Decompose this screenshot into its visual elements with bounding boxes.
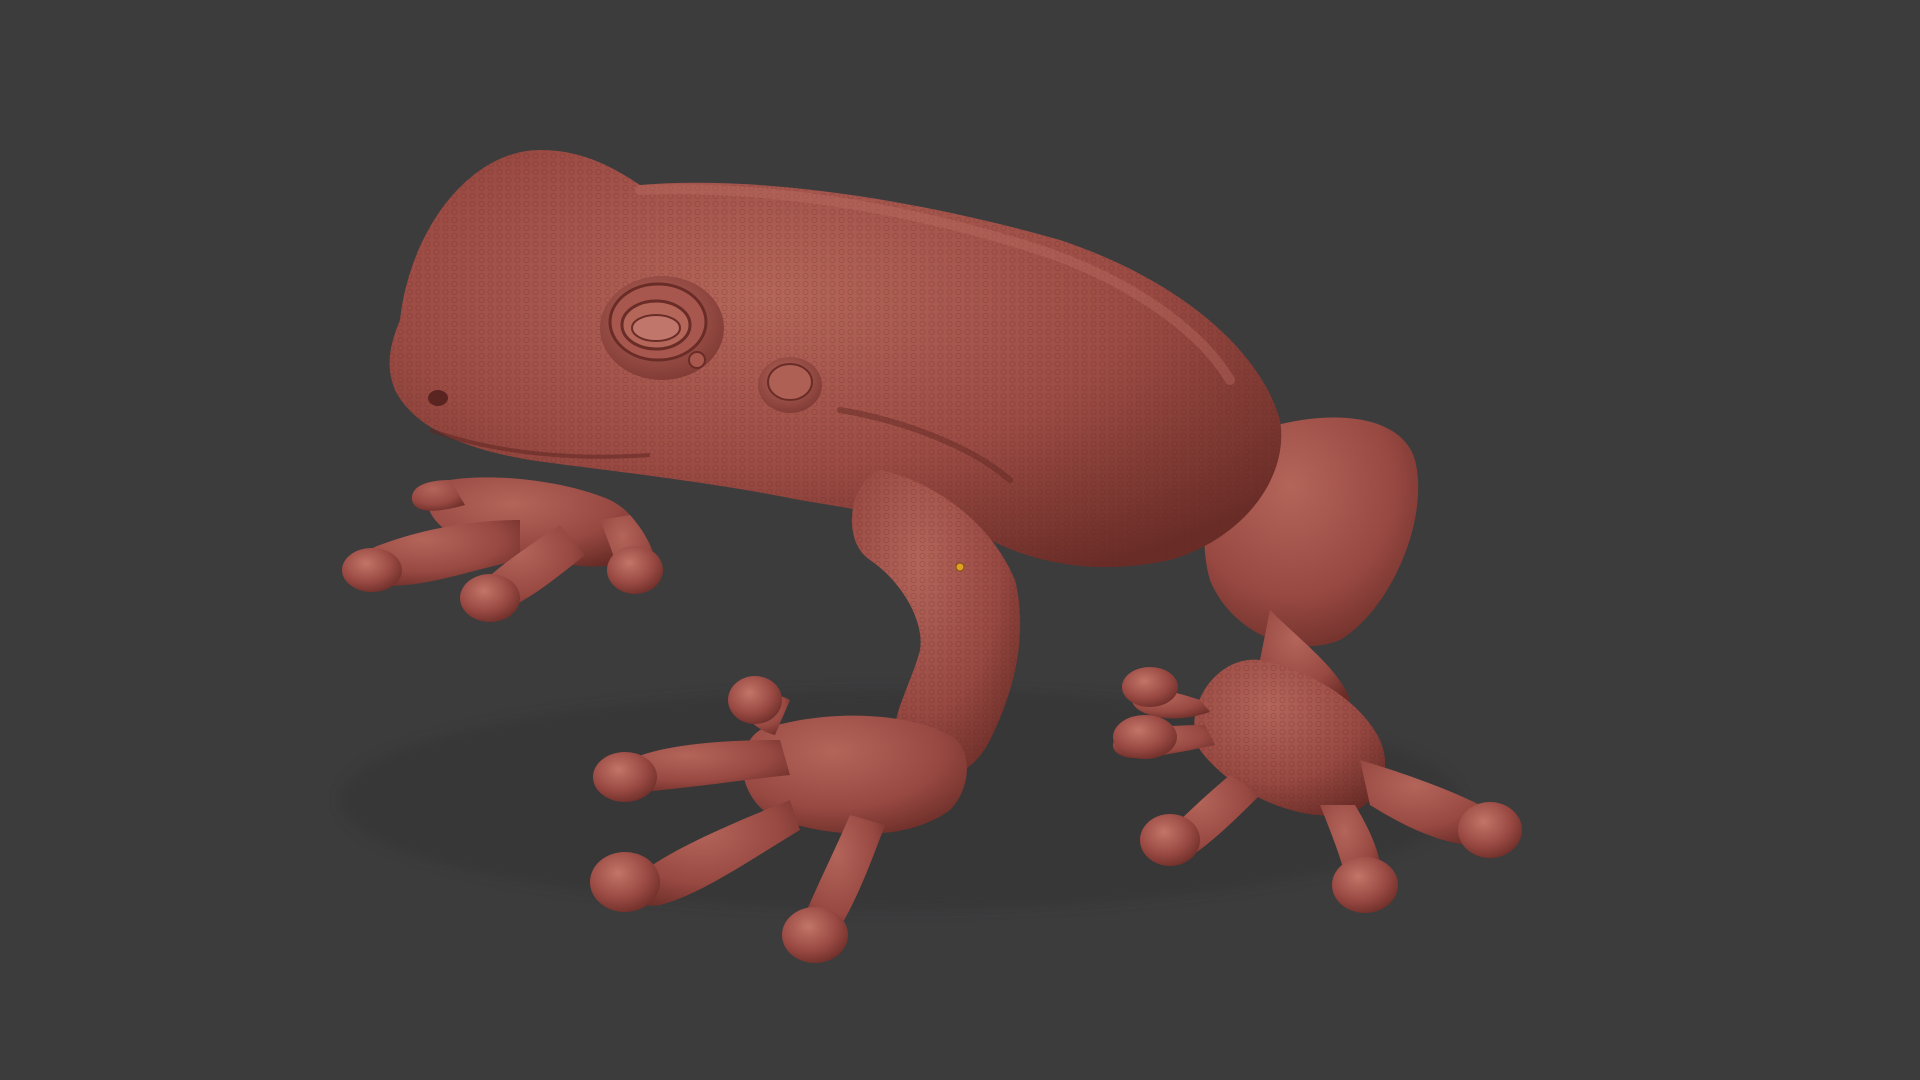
viewport-canvas[interactable] [0,0,1920,1080]
nostril [428,390,448,406]
frog-tympanum [758,357,822,413]
frog-eye [600,276,724,380]
brush-cursor [955,562,965,572]
3d-viewport[interactable] [0,0,1920,1080]
